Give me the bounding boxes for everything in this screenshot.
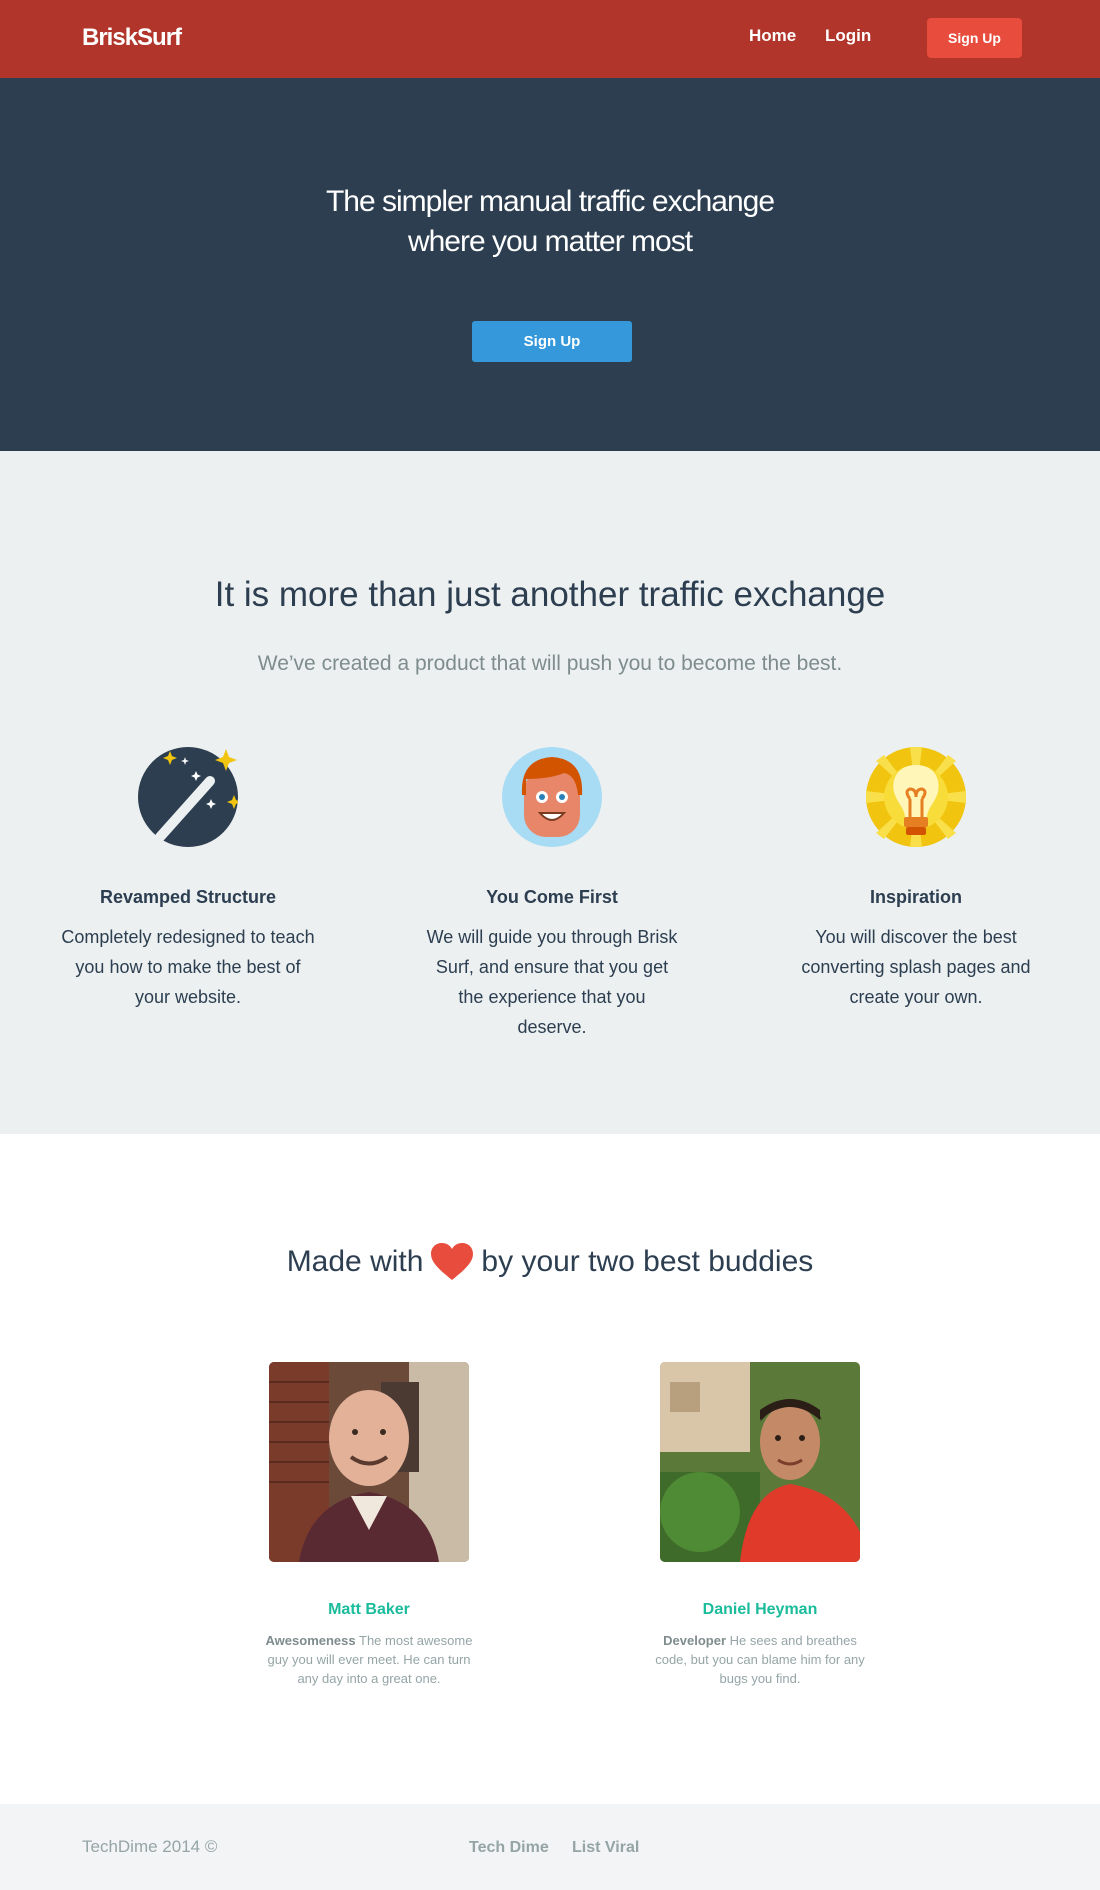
copyright-text: TechDime 2014 © <box>82 1837 218 1856</box>
avatar <box>660 1362 860 1562</box>
top-navbar: BriskSurf Home Login Sign Up <box>0 0 1100 78</box>
member-role: Developer <box>663 1633 727 1648</box>
feature-title: Inspiration <box>869 887 962 907</box>
hero-title-line1: The simpler manual traffic exchange <box>325 185 775 218</box>
feature-you-come-first: You Come First We will guide you through… <box>402 747 702 1042</box>
footer: TechDime 2014 © Tech Dime List Viral <box>0 1804 1100 1890</box>
feature-title: Revamped Structure <box>99 887 277 907</box>
member-name: Matt Baker <box>328 1601 410 1618</box>
feature-description: We will guide you through Brisk Surf, an… <box>426 927 678 1037</box>
team-heading: Made with by your two best buddies <box>0 1243 1100 1281</box>
smiling-face-icon <box>502 747 602 847</box>
team-section: Made with by your two best buddies Matt … <box>0 1134 1100 1804</box>
member-role: Awesomeness <box>265 1633 356 1648</box>
team-member-matt-baker: Matt Baker Awesomeness The most awesome … <box>254 1362 484 1688</box>
feature-inspiration: Inspiration You will discover the best c… <box>766 747 1066 1012</box>
member-bio: Awesomeness The most awesome guy you wil… <box>254 1631 484 1688</box>
team-heading-after: by your two best buddies <box>481 1245 814 1278</box>
feature-title: You Come First <box>486 887 618 907</box>
features-subheading: We’ve created a product that will push y… <box>257 652 843 675</box>
team-heading-before: Made with <box>286 1245 424 1278</box>
lightbulb-icon <box>866 747 966 847</box>
footer-link-list-viral[interactable]: List Viral <box>572 1839 639 1857</box>
avatar <box>269 1362 469 1562</box>
hero-section: The simpler manual traffic exchange wher… <box>0 78 1100 451</box>
hero-title-line2: where you matter most <box>407 225 693 258</box>
magic-wand-icon <box>138 747 238 847</box>
logo[interactable]: BriskSurf <box>82 24 182 52</box>
nav-signup-button[interactable]: Sign Up <box>927 18 1022 58</box>
features-section: It is more than just another traffic exc… <box>0 451 1100 1134</box>
hero-signup-button[interactable]: Sign Up <box>472 321 632 362</box>
heart-icon <box>431 1243 474 1280</box>
footer-link-tech-dime[interactable]: Tech Dime <box>469 1839 549 1857</box>
nav-home-link[interactable]: Home <box>749 26 796 46</box>
hero-title: The simpler manual traffic exchange wher… <box>0 182 1100 262</box>
feature-description: Completely redesigned to teach you how t… <box>61 927 315 1007</box>
feature-revamped-structure: Revamped Structure Completely redesigned… <box>38 747 338 1012</box>
nav-login-link[interactable]: Login <box>825 26 871 46</box>
features-heading: It is more than just another traffic exc… <box>214 575 886 614</box>
member-name: Daniel Heyman <box>702 1601 818 1618</box>
member-bio: Developer He sees and breathes code, but… <box>645 1631 875 1688</box>
feature-description: You will discover the best converting sp… <box>801 927 1031 1007</box>
team-member-daniel-heyman: Daniel Heyman Developer He sees and brea… <box>645 1362 875 1688</box>
